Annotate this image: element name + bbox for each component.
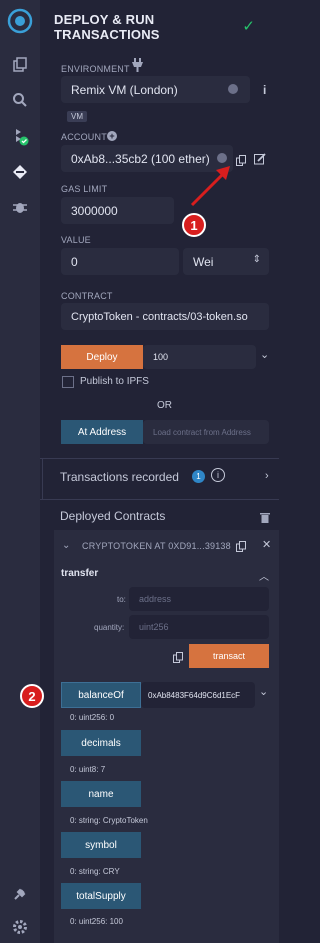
at-address-button[interactable]: At Address — [61, 420, 143, 444]
file-explorer-icon[interactable] — [8, 53, 32, 77]
copy-address-icon[interactable] — [236, 539, 247, 557]
balanceof-input[interactable]: 0xAb8483F64d9C6d1EcF — [141, 682, 255, 708]
chevron-down-icon[interactable]: ⌄ — [259, 685, 268, 698]
plug-icon — [132, 58, 143, 78]
transactions-recorded-label[interactable]: Transactions recorded — [60, 470, 179, 484]
at-address-input[interactable]: Load contract from Address — [143, 420, 269, 444]
search-icon[interactable] — [8, 88, 32, 112]
totalsupply-button[interactable]: totalSupply — [61, 883, 141, 909]
chevron-up-icon[interactable]: ︿ — [259, 568, 269, 583]
info-icon[interactable]: i — [263, 83, 266, 97]
close-icon[interactable]: ✕ — [262, 538, 271, 551]
select-arrows-icon — [228, 84, 238, 94]
decimals-button[interactable]: decimals — [61, 730, 141, 756]
transfer-quantity-placeholder: uint256 — [139, 622, 169, 632]
environment-select[interactable]: Remix VM (London) — [61, 76, 250, 103]
publish-ipfs-label: Publish to IPFS — [80, 376, 149, 387]
annotation-arrow-icon — [190, 166, 230, 207]
vm-badge: VM — [67, 111, 87, 122]
decimals-result: 0: uint8: 7 — [70, 765, 106, 774]
transact-button[interactable]: transact — [189, 644, 269, 668]
environment-label: ENVIRONMENT — [61, 64, 130, 74]
transfer-quantity-label: quantity: — [94, 623, 125, 632]
contract-select[interactable]: CryptoToken - contracts/03-token.so — [61, 303, 269, 330]
gas-limit-input[interactable]: 3000000 — [61, 197, 174, 224]
name-button[interactable]: name — [61, 781, 141, 807]
transactions-count-badge: 1 — [192, 470, 205, 483]
transfer-function-label: transfer — [61, 568, 99, 579]
settings-gear-icon[interactable] — [8, 915, 32, 939]
debugger-icon[interactable] — [8, 195, 32, 219]
deploy-run-panel: DEPLOY & RUN TRANSACTIONS ✓ ENVIRONMENT … — [20, 0, 279, 943]
select-arrows-icon: ⇕ — [252, 254, 261, 265]
at-address-placeholder: Load contract from Address — [153, 427, 251, 437]
value-label: VALUE — [61, 235, 91, 245]
transfer-to-label: to: — [117, 595, 126, 604]
panel-title: DEPLOY & RUN TRANSACTIONS — [54, 12, 160, 42]
divider — [42, 459, 43, 499]
deployed-contracts-label: Deployed Contracts — [60, 509, 166, 523]
chevron-down-icon[interactable]: ⌄ — [62, 540, 70, 551]
publish-ipfs-checkbox[interactable] — [62, 376, 74, 388]
value-unit: Wei — [193, 254, 214, 269]
chevron-right-icon[interactable]: › — [265, 470, 269, 482]
gas-limit-label: GAS LIMIT — [61, 184, 108, 194]
value-unit-select[interactable]: Wei ⇕ — [183, 248, 269, 275]
checkmark-icon: ✓ — [242, 18, 255, 35]
environment-value: Remix VM (London) — [71, 82, 178, 97]
icon-sidebar — [0, 0, 40, 943]
deploy-run-icon[interactable] — [8, 160, 32, 184]
chevron-down-icon[interactable]: ⌄ — [260, 348, 269, 361]
deploy-button[interactable]: Deploy — [61, 345, 143, 369]
divider — [40, 499, 279, 500]
copy-calldata-icon[interactable] — [173, 650, 184, 668]
contract-label: CONTRACT — [61, 291, 113, 301]
name-result: 0: string: CryptoToken — [70, 816, 148, 825]
symbol-button[interactable]: symbol — [61, 832, 141, 858]
annotation-marker-2: 2 — [20, 684, 44, 708]
totalsupply-result: 0: uint256: 100 — [70, 917, 123, 926]
symbol-result: 0: string: CRY — [70, 867, 120, 876]
solidity-compiler-icon[interactable] — [8, 124, 32, 148]
transfer-to-input[interactable]: address — [129, 587, 269, 611]
contract-instance-title[interactable]: CRYPTOTOKEN AT 0XD91...39138 — [82, 541, 231, 551]
trash-icon[interactable] — [260, 510, 270, 528]
account-label: ACCOUNT — [61, 132, 107, 142]
balanceof-result: 0: uint256: 0 — [70, 713, 115, 722]
value-input[interactable]: 0 — [61, 248, 179, 275]
remix-logo-icon[interactable] — [7, 8, 33, 34]
add-account-icon[interactable]: + — [107, 131, 117, 141]
transfer-quantity-input[interactable]: uint256 — [129, 615, 269, 639]
transfer-to-placeholder: address — [139, 594, 172, 604]
info-circle-icon[interactable]: i — [211, 468, 225, 482]
deploy-args-input[interactable]: 100 — [143, 345, 256, 369]
divider — [40, 458, 279, 459]
sign-message-edit-icon[interactable] — [254, 152, 266, 170]
plugin-manager-icon[interactable] — [8, 882, 32, 906]
balanceof-button[interactable]: balanceOf — [61, 682, 141, 708]
or-label: OR — [157, 400, 172, 411]
annotation-marker-1: 1 — [182, 213, 206, 237]
